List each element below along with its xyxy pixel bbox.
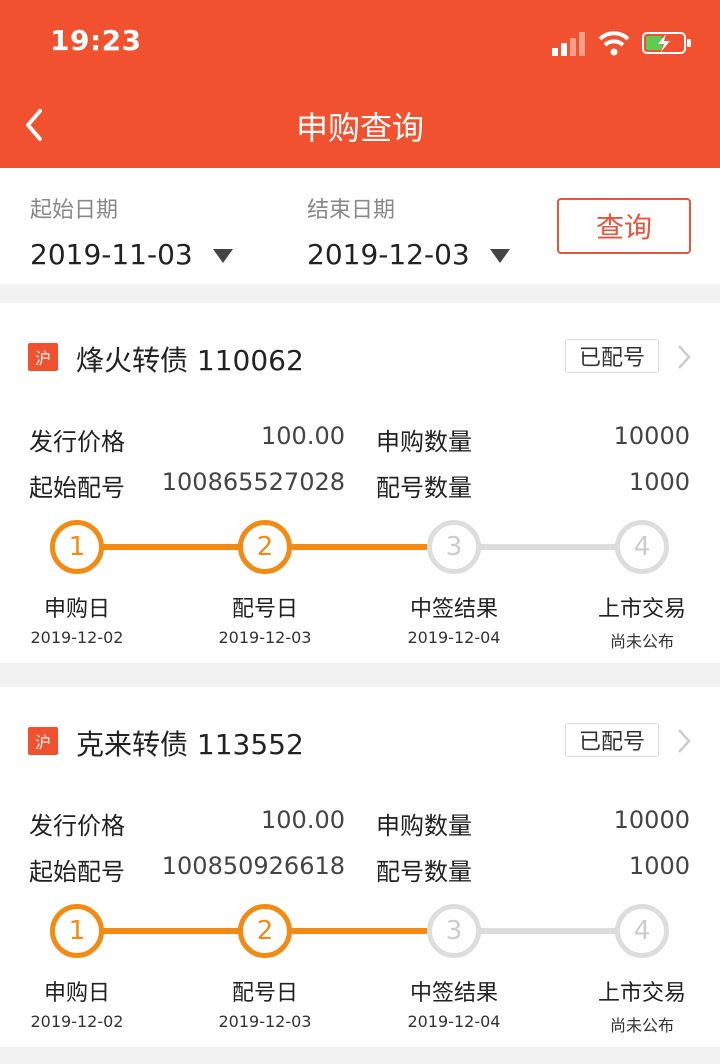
signal-icon bbox=[552, 32, 585, 56]
sub-qty-label: 申购数量 bbox=[376, 812, 472, 840]
dropdown-arrow-icon bbox=[489, 248, 510, 263]
step-date: 2019-12-04 bbox=[407, 1012, 501, 1031]
step-circle-3: 3 bbox=[427, 520, 481, 574]
step-label: 中签结果 bbox=[409, 597, 498, 622]
alloc-qty-label: 配号数量 bbox=[376, 474, 472, 502]
chevron-right-icon[interactable] bbox=[676, 343, 692, 371]
start-no-value: 100850926618 bbox=[161, 852, 345, 880]
step-circle-4: 4 bbox=[615, 904, 669, 958]
battery-charging-icon bbox=[642, 32, 691, 54]
step-circle-1: 1 bbox=[50, 904, 104, 958]
progress-steps: 1 2 3 4 申购日 配号日 中签结果 上市交易 2019-12-02 201… bbox=[0, 508, 720, 651]
bond-card[interactable]: 沪 烽火转债 110062 已配号 发行价格 100.00 申购数量 10000… bbox=[0, 303, 720, 663]
step-circle-3: 3 bbox=[427, 904, 481, 958]
start-date-select[interactable]: 2019-11-03 bbox=[30, 238, 233, 271]
step-date: 2019-12-03 bbox=[218, 628, 312, 647]
end-date-select[interactable]: 2019-12-03 bbox=[307, 238, 510, 271]
step-circle-1: 1 bbox=[50, 520, 104, 574]
end-date-label: 结束日期 bbox=[307, 198, 396, 223]
end-date-value: 2019-12-03 bbox=[307, 238, 470, 271]
start-date-label: 起始日期 bbox=[30, 198, 119, 223]
step-label: 配号日 bbox=[231, 981, 298, 1006]
progress-line-pending bbox=[454, 544, 642, 550]
top-bar: 19:23 申购查询 bbox=[0, 0, 720, 168]
bond-name: 克来转债 113552 bbox=[76, 728, 304, 761]
dropdown-arrow-icon bbox=[212, 248, 233, 263]
status-badge: 已配号 bbox=[565, 723, 659, 757]
bond-card[interactable]: 沪 克来转债 113552 已配号 发行价格 100.00 申购数量 10000… bbox=[0, 687, 720, 1047]
sub-qty-value: 10000 bbox=[613, 806, 690, 834]
step-label: 上市交易 bbox=[597, 981, 686, 1006]
step-date: 尚未公布 bbox=[609, 632, 674, 651]
card-header[interactable]: 沪 克来转债 113552 已配号 bbox=[0, 687, 720, 792]
end-date-group: 结束日期 2019-12-03 bbox=[307, 192, 510, 271]
alloc-qty-value: 1000 bbox=[628, 852, 690, 880]
step-date: 2019-12-04 bbox=[407, 628, 501, 647]
start-no-value: 100865527028 bbox=[161, 468, 345, 496]
step-label: 中签结果 bbox=[409, 981, 498, 1006]
step-label: 配号日 bbox=[231, 597, 298, 622]
start-date-group: 起始日期 2019-11-03 bbox=[30, 192, 233, 271]
step-date: 2019-12-03 bbox=[218, 1012, 312, 1031]
step-label: 申购日 bbox=[43, 597, 110, 622]
step-label: 上市交易 bbox=[597, 597, 686, 622]
step-date: 2019-12-02 bbox=[30, 628, 124, 647]
step-circle-2: 2 bbox=[238, 904, 292, 958]
issue-price-value: 100.00 bbox=[261, 422, 345, 450]
progress-line-pending bbox=[454, 928, 642, 934]
wifi-icon bbox=[598, 31, 630, 56]
status-time: 19:23 bbox=[50, 24, 142, 57]
query-button[interactable]: 查询 bbox=[557, 198, 691, 254]
progress-steps: 1 2 3 4 申购日 配号日 中签结果 上市交易 2019-12-02 201… bbox=[0, 892, 720, 1035]
market-badge: 沪 bbox=[28, 343, 58, 371]
card-header[interactable]: 沪 烽火转债 110062 已配号 bbox=[0, 303, 720, 408]
step-date: 尚未公布 bbox=[609, 1016, 674, 1035]
step-circle-4: 4 bbox=[615, 520, 669, 574]
alloc-qty-label: 配号数量 bbox=[376, 858, 472, 886]
start-no-label: 起始配号 bbox=[29, 474, 125, 502]
step-date: 2019-12-02 bbox=[30, 1012, 124, 1031]
sub-qty-value: 10000 bbox=[613, 422, 690, 450]
issue-price-value: 100.00 bbox=[261, 806, 345, 834]
status-icons bbox=[552, 28, 692, 58]
alloc-qty-value: 1000 bbox=[628, 468, 690, 496]
step-circle-2: 2 bbox=[238, 520, 292, 574]
status-badge: 已配号 bbox=[565, 339, 659, 373]
issue-price-label: 发行价格 bbox=[29, 428, 125, 456]
bond-name: 烽火转债 110062 bbox=[76, 344, 304, 377]
page-title: 申购查询 bbox=[295, 109, 424, 147]
step-label: 申购日 bbox=[43, 981, 110, 1006]
chevron-right-icon[interactable] bbox=[676, 727, 692, 755]
issue-price-label: 发行价格 bbox=[29, 812, 125, 840]
start-date-value: 2019-11-03 bbox=[30, 238, 193, 271]
sub-qty-label: 申购数量 bbox=[376, 428, 472, 456]
market-badge: 沪 bbox=[28, 727, 58, 755]
start-no-label: 起始配号 bbox=[29, 858, 125, 886]
